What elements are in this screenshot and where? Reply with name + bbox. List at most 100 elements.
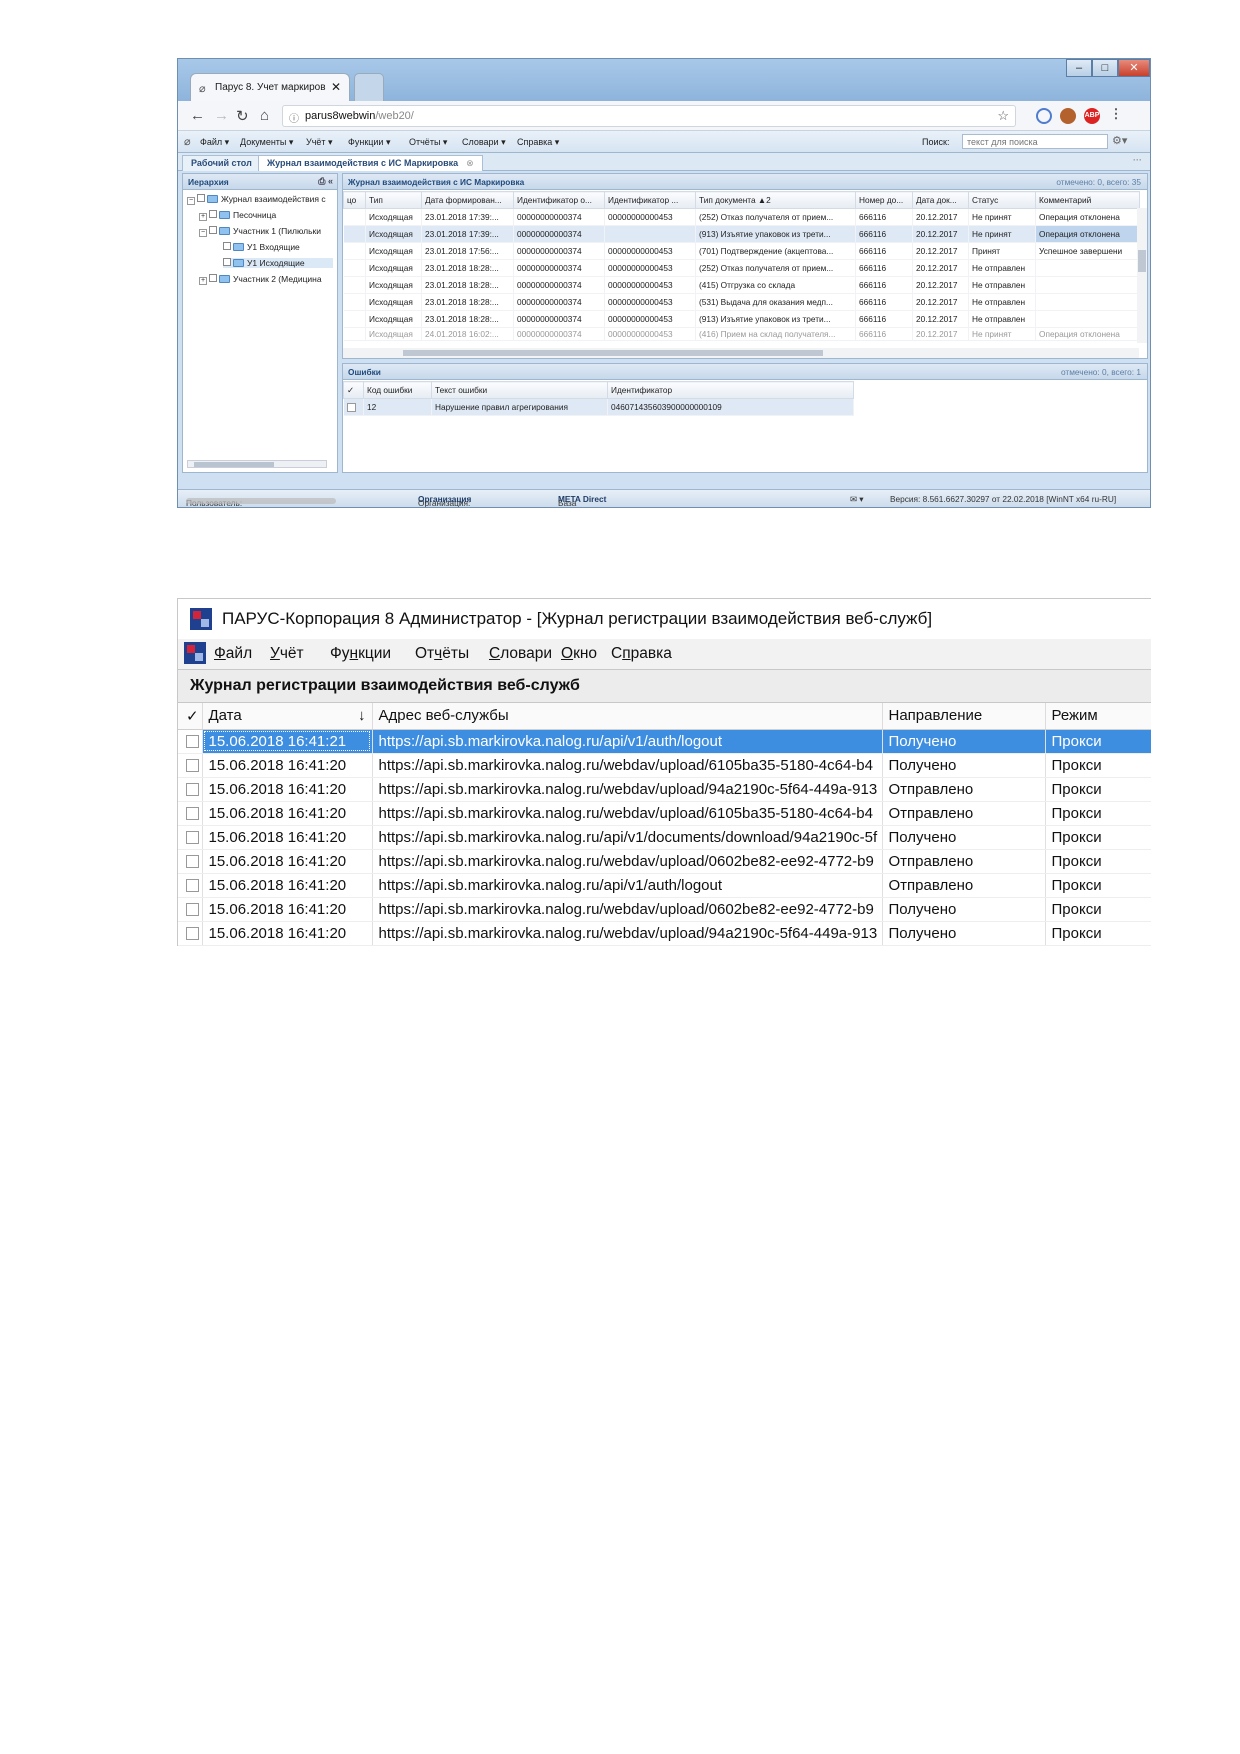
gear-icon[interactable]: ⚙▾ [1112, 134, 1127, 147]
back-arrow-icon[interactable]: ← [190, 107, 205, 124]
close-window-button[interactable]: ✕ [1118, 59, 1150, 77]
close-icon[interactable]: ✕ [331, 80, 341, 94]
checkbox[interactable] [186, 831, 199, 845]
expand-icon[interactable]: + [199, 213, 207, 221]
home-icon[interactable]: ⌂ [260, 107, 269, 124]
table-row[interactable]: 15.06.2018 16:41:20 https://api.sb.markir… [178, 753, 1151, 778]
checkbox[interactable] [346, 403, 356, 413]
row-checkbox[interactable] [178, 825, 203, 850]
sort-desc-icon[interactable]: ↓ [352, 703, 373, 730]
menu-documents[interactable]: Документы ▾ [240, 137, 293, 148]
menu-item[interactable]: Отчёты [415, 645, 469, 663]
table-row[interactable]: Исходящая 23.01.2018 17:39:... 00000000000… [343, 225, 1140, 243]
menu-functions[interactable]: Функции ▾ [348, 137, 390, 148]
collapse-icon[interactable]: − [199, 229, 207, 237]
menu-dictionaries[interactable]: Словари ▾ [462, 137, 506, 148]
row-checkbox[interactable] [178, 753, 203, 778]
table-row[interactable]: Исходящая 23.01.2018 18:28:... 00000000000… [343, 310, 1140, 328]
row-checkbox[interactable] [178, 777, 203, 802]
menu-help[interactable]: Справка ▾ [517, 137, 559, 148]
print-icon[interactable]: ⎙ « [318, 176, 333, 187]
table-row[interactable]: 15.06.2018 16:41:20 https://api.sb.markir… [178, 873, 1151, 898]
column-header[interactable]: Дата формирован... [421, 191, 514, 209]
column-header-mode[interactable]: Режим [1045, 703, 1151, 730]
column-header-address[interactable]: Адрес веб-службы [372, 703, 883, 730]
menu-item[interactable]: Словари [489, 645, 552, 663]
column-header[interactable]: Текст ошибки [431, 381, 608, 399]
tab-desktop[interactable]: Рабочий стол [182, 155, 261, 171]
horizontal-scrollbar[interactable] [343, 348, 1139, 358]
row-checkbox[interactable] [343, 398, 364, 416]
table-row[interactable]: 15.06.2018 16:41:20 https://api.sb.markir… [178, 897, 1151, 922]
checkbox[interactable] [209, 210, 217, 218]
reload-icon[interactable]: ↻ [236, 107, 249, 125]
column-header[interactable]: Тип документа ▲2 [695, 191, 856, 209]
checkbox[interactable] [186, 735, 199, 749]
table-row[interactable]: Исходящая 23.01.2018 18:28:... 00000000000… [343, 293, 1140, 311]
table-row[interactable]: 12 Нарушение правил агрегирования 04607143… [343, 398, 854, 416]
select-all-header[interactable]: ✓ [178, 703, 203, 730]
row-checkbox[interactable] [178, 897, 203, 922]
column-header[interactable]: Тип [365, 191, 422, 209]
checkbox[interactable] [186, 783, 199, 797]
column-header[interactable]: Идентификатор ... [604, 191, 696, 209]
address-input[interactable]: ⓘ parus8webwin/web20/ ☆ [282, 105, 1016, 127]
app-logo-icon[interactable] [184, 642, 206, 664]
menu-item[interactable]: Окно [561, 645, 597, 663]
tree-item-participant-1[interactable]: − Участник 1 (Пилюльки [199, 226, 321, 237]
table-row[interactable]: 15.06.2018 16:41:20 https://api.sb.markir… [178, 801, 1151, 826]
collapse-icon[interactable]: − [187, 197, 195, 205]
column-header[interactable]: цо [343, 191, 366, 209]
checkbox[interactable] [209, 226, 217, 234]
table-row[interactable]: Исходящая 23.01.2018 17:56:... 00000000000… [343, 242, 1140, 260]
maximize-button[interactable]: □ [1092, 59, 1118, 77]
row-checkbox[interactable] [178, 849, 203, 874]
tab-journal[interactable]: Журнал взаимодействия с ИС Маркировка ⊗ [258, 155, 483, 171]
minimize-button[interactable]: – [1066, 59, 1092, 77]
menu-item[interactable]: Файл [214, 645, 252, 663]
menu-item[interactable]: Справка [611, 645, 672, 663]
more-tabs-icon[interactable]: ··· [1133, 155, 1142, 165]
table-row[interactable]: 15.06.2018 16:41:20 https://api.sb.markir… [178, 777, 1151, 802]
tree-item-incoming[interactable]: У1 Входящие [223, 242, 300, 252]
checkbox[interactable] [209, 274, 217, 282]
table-row[interactable]: Исходящая 23.01.2018 18:28:... 00000000000… [343, 276, 1140, 294]
table-row[interactable]: Исходящая 24.01.2018 16:02:... 00000000000… [343, 327, 1140, 341]
menu-accounting[interactable]: Учёт ▾ [306, 137, 333, 148]
new-tab-button[interactable] [354, 73, 384, 101]
tree-item-journal[interactable]: − Журнал взаимодействия с [187, 194, 326, 205]
scrollbar-thumb[interactable] [403, 350, 823, 356]
extension-icon[interactable] [1036, 108, 1052, 124]
kebab-menu-icon[interactable]: ⋮ [1108, 106, 1124, 122]
column-header[interactable]: Комментарий [1035, 191, 1140, 209]
tree-item-participant-2[interactable]: + Участник 2 (Медицина [199, 274, 322, 285]
scrollbar-thumb[interactable] [194, 462, 274, 467]
tree-item-sandbox[interactable]: + Песочница [199, 210, 276, 221]
column-header[interactable]: ✓ [343, 381, 364, 399]
column-header[interactable]: Статус [968, 191, 1036, 209]
row-checkbox[interactable] [178, 921, 203, 946]
checkbox[interactable] [186, 807, 199, 821]
column-header[interactable]: Код ошибки [363, 381, 432, 399]
checkbox[interactable] [223, 242, 231, 250]
menu-file[interactable]: Файл ▾ [200, 137, 229, 148]
adblock-icon[interactable]: ABP [1084, 108, 1100, 124]
search-input[interactable] [962, 134, 1108, 149]
row-checkbox[interactable] [178, 729, 203, 754]
column-header[interactable]: Номер до... [855, 191, 913, 209]
vertical-scrollbar[interactable] [1137, 208, 1147, 343]
checkbox[interactable] [223, 258, 231, 266]
column-header[interactable]: Идентификатор [607, 381, 854, 399]
info-icon[interactable]: ⓘ [289, 110, 299, 125]
horizontal-scrollbar[interactable] [187, 460, 327, 468]
browser-tab[interactable]: ⌀ Парус 8. Учет маркиров ✕ [190, 73, 350, 101]
mail-icon[interactable]: ✉ ▾ [850, 494, 863, 504]
expand-icon[interactable]: + [199, 277, 207, 285]
scrollbar-thumb[interactable] [1138, 250, 1146, 272]
checkbox[interactable] [186, 855, 199, 869]
checkbox[interactable] [186, 879, 199, 893]
table-row[interactable]: 15.06.2018 16:41:20 https://api.sb.markir… [178, 921, 1151, 946]
column-header-direction[interactable]: Направление [882, 703, 1046, 730]
column-header[interactable]: Дата док... [912, 191, 969, 209]
row-checkbox[interactable] [178, 801, 203, 826]
